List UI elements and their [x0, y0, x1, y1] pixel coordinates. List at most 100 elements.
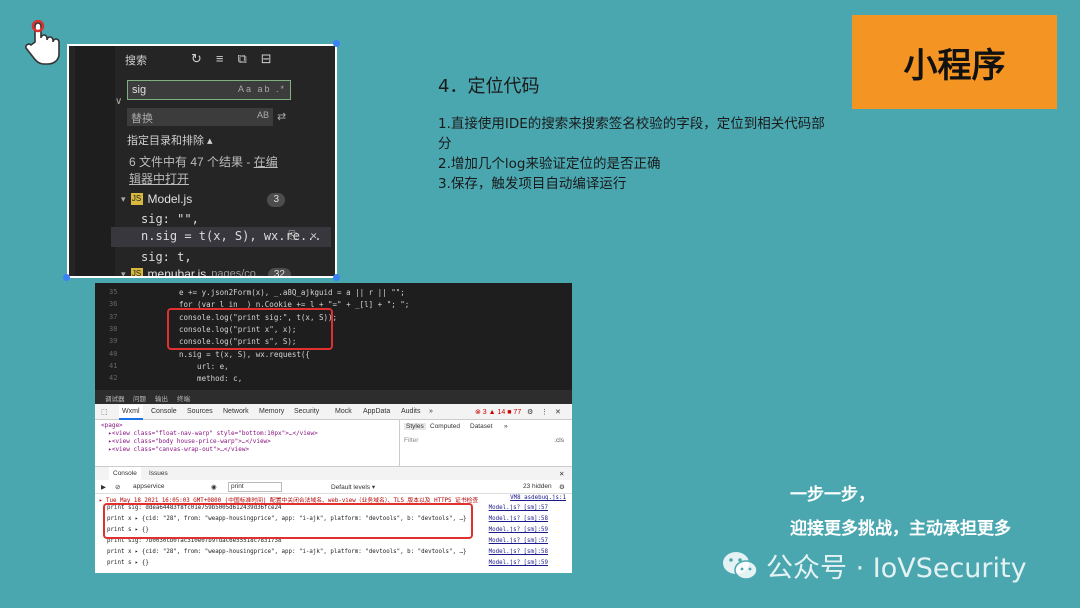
result-file-menubar[interactable]: ▾ JS menubar.js pages/co... [121, 267, 266, 278]
block-icon[interactable]: ⊘ [115, 483, 120, 491]
more-icon[interactable]: ⋮ [541, 408, 548, 416]
styles-filter-input[interactable]: Filter [404, 437, 418, 444]
tab-problems[interactable]: 问题 [133, 393, 146, 403]
console-source-link[interactable]: Model.js? [sm]:59 [489, 560, 548, 566]
eye-icon[interactable]: ◉ [211, 483, 217, 491]
tab-output[interactable]: 输出 [155, 393, 168, 403]
close-icon[interactable]: ✕ [310, 229, 317, 242]
tab-memory[interactable]: Memory [259, 408, 284, 415]
tab-mock[interactable]: Mock [335, 408, 352, 415]
file-name: Model.js [147, 192, 193, 206]
collapse-icon[interactable]: ⊟ [261, 51, 272, 67]
tree-node[interactable]: ▸<view class="canvas-wrap-out">…</view> [101, 446, 249, 453]
results-summary: 6 文件中有 47 个结果 - 在编辑器中打开 [129, 154, 289, 188]
match-count-badge: 32 [267, 268, 291, 276]
styles-pane: Styles Computed Dataset » Filter .cls [399, 420, 572, 466]
tab-terminal[interactable]: 终端 [177, 393, 190, 403]
new-file-icon[interactable]: ⧉ [238, 51, 247, 67]
console-filter-input[interactable]: print [228, 482, 282, 492]
hidden-count: 23 hidden [523, 483, 552, 490]
tab-sources[interactable]: Sources [187, 408, 213, 415]
more-tabs[interactable]: » [504, 423, 508, 430]
console-message: print x ▸ {cid: "28", from: "weapp-housi… [107, 549, 467, 555]
tree-node[interactable]: ▸<view class="float-nav-warp" style="bot… [101, 430, 318, 437]
selection-handle[interactable] [333, 40, 340, 47]
console-source-link[interactable]: Model.js? [sm]:57 [489, 538, 548, 544]
replace-placeholder: 替换 [131, 113, 153, 125]
highlight-box [167, 308, 333, 350]
console-source-link[interactable]: Model.js? [sm]:58 [489, 549, 548, 555]
tab-network[interactable]: Network [223, 408, 249, 415]
search-match[interactable]: sig: t, [141, 250, 192, 264]
slogan-line-2: 迎接更多挑战，主动承担更多 [790, 519, 1011, 539]
elements-tree: <page> ▸<view class="float-nav-warp" sty… [95, 420, 399, 466]
search-input[interactable]: sig Aa ab .* [127, 80, 291, 100]
console-message: print s ▸ {} [107, 560, 149, 566]
log-levels-select[interactable]: Default levels ▾ [331, 483, 375, 491]
chevron-down-icon: ▾ [121, 268, 126, 278]
line-number: 35 [109, 288, 118, 296]
sidebar-toggle-icon[interactable]: ▶ [101, 483, 106, 491]
js-file-icon: JS [130, 193, 143, 205]
search-match-selected[interactable]: n.sig = t(x, S), wx.re... ⎘ ✕ [111, 227, 331, 247]
chevron-down-icon[interactable]: ∨ [115, 96, 122, 107]
line-number: 37 [109, 313, 118, 321]
replace-icon[interactable]: ⎘ [288, 229, 297, 242]
replace-icon[interactable]: ⇄ [277, 110, 286, 123]
console-source-link[interactable]: Model.js? [sm]:57 [489, 505, 548, 511]
js-file-icon: JS [130, 268, 143, 278]
file-path: pages/co... [211, 268, 266, 278]
tab-computed[interactable]: Computed [430, 423, 460, 430]
close-icon[interactable]: ✕ [555, 408, 561, 416]
close-icon[interactable]: ✕ [559, 470, 564, 478]
code-line: method: c, [179, 374, 243, 383]
topic-badge-label: 小程序 [903, 45, 1006, 86]
gear-icon[interactable]: ⚙ [559, 483, 565, 491]
line-number: 38 [109, 325, 118, 333]
panel-tabs: 调试器 问题 输出 终端 [95, 390, 572, 404]
highlight-box [103, 503, 473, 539]
tab-security[interactable]: Security [294, 408, 319, 415]
step-item: 1.直接使用IDE的搜索来搜索签名校验的字段，定位到相关代码部分 [438, 116, 825, 152]
console-source-link[interactable]: Model.js? [sm]:58 [489, 516, 548, 522]
code-line: e += y.json2Form(x), _.a8Q_ajkguid = a |… [179, 288, 405, 297]
replace-input[interactable]: 替换 AB [127, 108, 273, 126]
tab-issues[interactable]: Issues [149, 470, 168, 477]
refresh-icon[interactable]: ↻ [191, 51, 202, 67]
selection-handle[interactable] [63, 274, 70, 281]
search-match[interactable]: sig: "", [141, 212, 199, 226]
cls-button[interactable]: .cls [554, 437, 564, 444]
replace-options[interactable]: AB [257, 110, 269, 120]
tree-node[interactable]: <page> [101, 422, 123, 429]
tab-appdata[interactable]: AppData [363, 408, 390, 415]
step-item: 2.增加几个log来验证定位的是否正确 [438, 156, 661, 172]
watermark: 公众号 · IoVSecurity [722, 546, 1027, 585]
selection-handle[interactable] [333, 274, 340, 281]
context-select[interactable]: appservice [133, 483, 164, 490]
tree-node[interactable]: ▸<view class="body house-price-warp">…</… [101, 438, 271, 445]
console-source-link[interactable]: Model.js? [sm]:59 [489, 527, 548, 533]
include-exclude-toggle[interactable]: 指定目录和排除 ▴ [127, 132, 213, 148]
inspect-icon[interactable]: ⬚ [101, 408, 108, 416]
line-number: 42 [109, 374, 118, 382]
tab-audits[interactable]: Audits [401, 408, 420, 415]
code-line: n.sig = t(x, S), wx.request({ [179, 350, 310, 359]
topic-badge: 小程序 [852, 15, 1057, 109]
tab-dataset[interactable]: Dataset [470, 423, 492, 430]
tab-debugger[interactable]: 调试器 [105, 393, 125, 403]
drawer-tabs: Console Issues ✕ [95, 466, 572, 483]
search-options[interactable]: Aa ab .* [238, 84, 286, 94]
tab-console[interactable]: Console [151, 408, 177, 415]
console-source-link[interactable]: VM8 asdebug.js:1 [510, 495, 566, 501]
line-number: 41 [109, 362, 118, 370]
result-file-model[interactable]: ▾ JS Model.js [121, 192, 192, 206]
clear-icon[interactable]: ≡ [216, 51, 224, 67]
tab-wxml[interactable]: Wxml [119, 405, 143, 420]
gear-icon[interactable]: ⚙ [527, 408, 533, 416]
console-toolbar: ▶ ⊘ appservice ◉ print Default levels ▾ … [95, 480, 572, 494]
devtools-tabs: ⬚ Wxml Console Sources Network Memory Se… [95, 404, 572, 420]
search-toolbar: ↻ ≡ ⧉ ⊟ [191, 51, 335, 67]
watermark-text: 公众号 · IoVSecurity [766, 553, 1027, 584]
tab-styles[interactable]: Styles [404, 423, 426, 430]
more-tabs[interactable]: » [429, 408, 433, 415]
